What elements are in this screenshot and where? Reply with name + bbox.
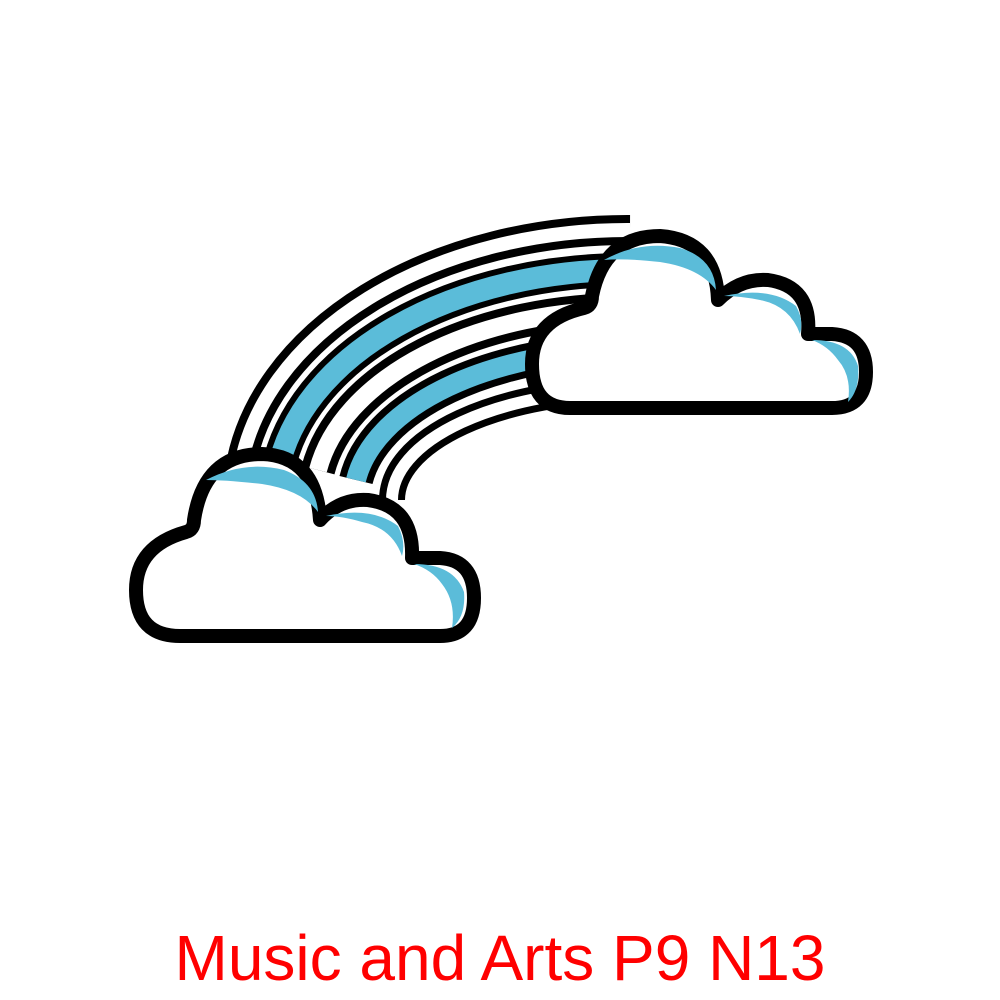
rainbow-with-clouds-icon bbox=[129, 214, 873, 643]
cloud-left bbox=[129, 447, 481, 643]
page: Music and Arts P9 N13 bbox=[0, 0, 1000, 1000]
caption-text: Music and Arts P9 N13 bbox=[174, 922, 826, 994]
